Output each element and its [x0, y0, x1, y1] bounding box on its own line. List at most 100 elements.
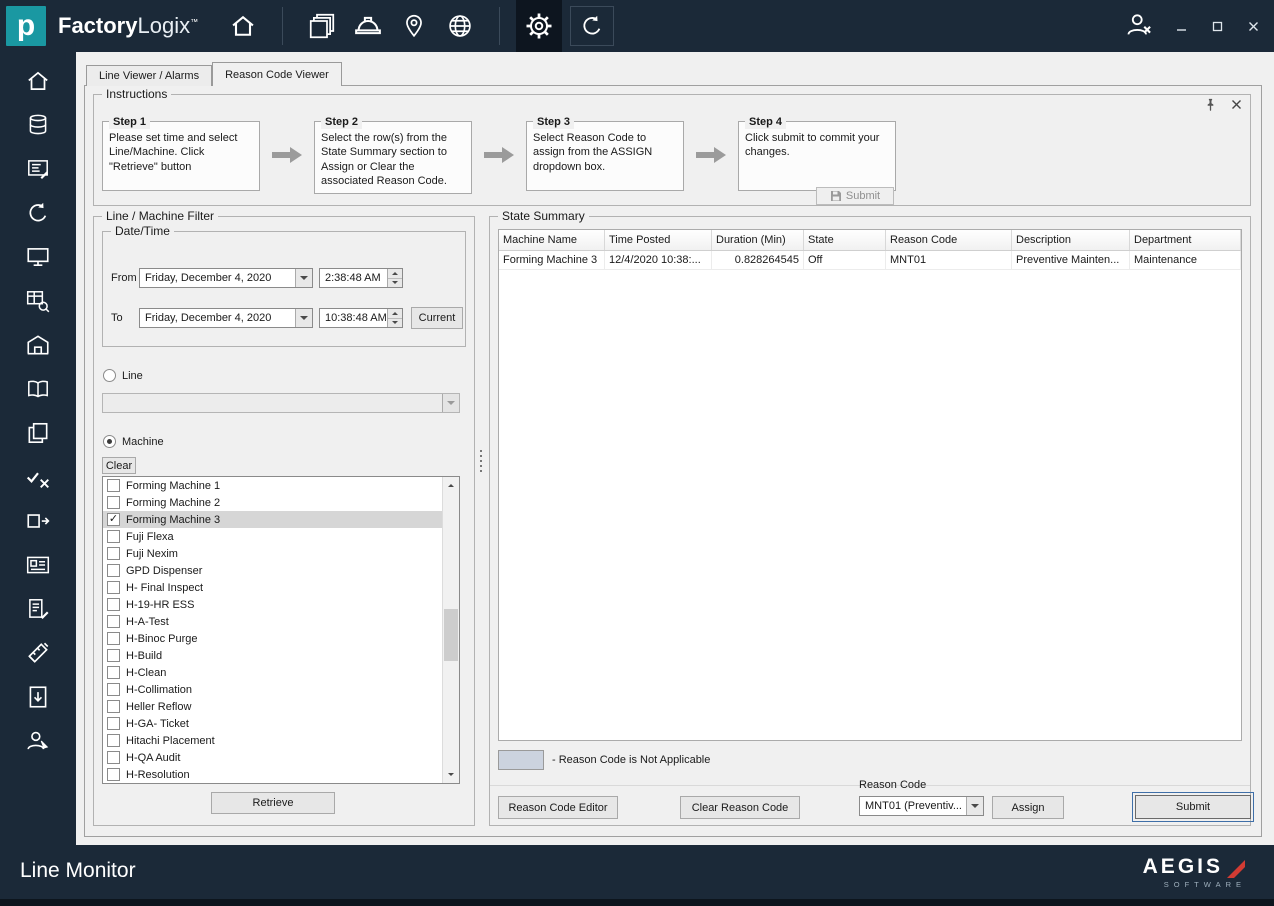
- production-nav-button[interactable]: [345, 0, 391, 52]
- machine-radio[interactable]: [103, 435, 116, 448]
- machine-list-item[interactable]: H-Clean: [103, 664, 442, 681]
- sidebar-id-card-button[interactable]: [21, 550, 55, 580]
- state-summary-column-header[interactable]: Time Posted: [605, 230, 712, 250]
- machine-list-item[interactable]: H-A-Test: [103, 613, 442, 630]
- machine-list-item[interactable]: H-Build: [103, 647, 442, 664]
- machine-checkbox[interactable]: [107, 751, 120, 764]
- machine-list-item[interactable]: H-19-HR ESS: [103, 596, 442, 613]
- machine-list-item[interactable]: H-QA Audit: [103, 749, 442, 766]
- to-date-combobox[interactable]: Friday, December 4, 2020: [139, 308, 313, 328]
- sidebar-warehouse-button[interactable]: [21, 330, 55, 360]
- pin-button[interactable]: [1204, 98, 1217, 114]
- sidebar-transfer-button[interactable]: [21, 506, 55, 536]
- sidebar-data-search-button[interactable]: [21, 286, 55, 316]
- scroll-up-icon[interactable]: [443, 477, 459, 494]
- machine-checkbox[interactable]: [107, 547, 120, 560]
- tab-reason-code-viewer[interactable]: Reason Code Viewer: [212, 62, 342, 86]
- reason-code-combobox[interactable]: MNT01 (Preventiv...: [859, 796, 984, 816]
- machine-list-item[interactable]: H-Resolution: [103, 766, 442, 783]
- machine-checkbox[interactable]: [107, 615, 120, 628]
- machine-list-item[interactable]: Fuji Nexim: [103, 545, 442, 562]
- sidebar-home-button[interactable]: [21, 66, 55, 96]
- machine-list-item[interactable]: H-Collimation: [103, 681, 442, 698]
- machine-radio-row[interactable]: Machine: [103, 435, 164, 448]
- undo-history-button[interactable]: [570, 6, 614, 46]
- machine-list-item[interactable]: Forming Machine 2: [103, 494, 442, 511]
- machine-list-item[interactable]: Forming Machine 3: [103, 511, 442, 528]
- machine-checkbox[interactable]: [107, 530, 120, 543]
- machine-checkbox[interactable]: [107, 666, 120, 679]
- sidebar-design-button[interactable]: [21, 638, 55, 668]
- from-date-combobox[interactable]: Friday, December 4, 2020: [139, 268, 313, 288]
- machine-list-scrollbar[interactable]: [442, 477, 459, 783]
- sidebar-pass-fail-button[interactable]: [21, 462, 55, 492]
- machine-list-item[interactable]: Heller Reflow: [103, 698, 442, 715]
- sidebar-library-button[interactable]: [21, 374, 55, 404]
- assign-button[interactable]: Assign: [992, 796, 1064, 819]
- global-nav-button[interactable]: [437, 0, 483, 52]
- clear-button[interactable]: Clear: [102, 457, 136, 474]
- spin-down-icon[interactable]: [388, 279, 402, 288]
- dropdown-arrow-icon[interactable]: [442, 394, 459, 412]
- machine-checkbox[interactable]: [107, 683, 120, 696]
- sidebar-monitor-button[interactable]: [21, 242, 55, 272]
- user-session-button[interactable]: [1124, 11, 1154, 42]
- maximize-button[interactable]: [1208, 17, 1226, 35]
- machine-list-item[interactable]: H-Binoc Purge: [103, 630, 442, 647]
- machine-checkbox[interactable]: [107, 513, 120, 526]
- state-summary-row[interactable]: Forming Machine 312/4/2020 10:38:...0.82…: [499, 251, 1241, 270]
- dropdown-arrow-icon[interactable]: [295, 269, 312, 287]
- state-summary-column-header[interactable]: Description: [1012, 230, 1130, 250]
- to-time-spinner[interactable]: 10:38:48 AM: [319, 308, 403, 328]
- state-summary-column-header[interactable]: Duration (Min): [712, 230, 804, 250]
- minimize-button[interactable]: [1172, 17, 1190, 35]
- retrieve-button[interactable]: Retrieve: [211, 792, 335, 814]
- sidebar-documents-button[interactable]: [21, 418, 55, 448]
- state-summary-column-header[interactable]: Department: [1130, 230, 1241, 250]
- spin-down-icon[interactable]: [388, 319, 402, 328]
- line-combobox[interactable]: [102, 393, 460, 413]
- clear-reason-code-button[interactable]: Clear Reason Code: [680, 796, 800, 819]
- sidebar-document-edit-button[interactable]: [21, 594, 55, 624]
- location-nav-button[interactable]: [391, 0, 437, 52]
- machine-checkbox[interactable]: [107, 479, 120, 492]
- machine-list-item[interactable]: GPD Dispenser: [103, 562, 442, 579]
- scroll-down-icon[interactable]: [443, 766, 459, 783]
- machine-checkbox[interactable]: [107, 649, 120, 662]
- close-button[interactable]: [1244, 17, 1262, 35]
- dropdown-arrow-icon[interactable]: [295, 309, 312, 327]
- home-nav-button[interactable]: [220, 0, 266, 52]
- dropdown-arrow-icon[interactable]: [966, 797, 983, 815]
- instructions-submit-button[interactable]: Submit: [816, 187, 894, 205]
- machine-checkbox[interactable]: [107, 581, 120, 594]
- sidebar-database-button[interactable]: [21, 110, 55, 140]
- line-radio-row[interactable]: Line: [103, 369, 143, 382]
- submit-button[interactable]: Submit: [1135, 795, 1251, 819]
- spin-up-icon[interactable]: [388, 269, 402, 279]
- documents-nav-button[interactable]: [299, 0, 345, 52]
- state-summary-column-header[interactable]: State: [804, 230, 886, 250]
- sidebar-document-export-button[interactable]: [21, 682, 55, 712]
- machine-checkbox[interactable]: [107, 700, 120, 713]
- machine-list-item[interactable]: Hitachi Placement: [103, 732, 442, 749]
- reason-code-editor-button[interactable]: Reason Code Editor: [498, 796, 618, 819]
- machine-checkbox[interactable]: [107, 768, 120, 781]
- settings-nav-button[interactable]: [516, 0, 562, 52]
- spin-up-icon[interactable]: [388, 309, 402, 319]
- tab-line-viewer-alarms[interactable]: Line Viewer / Alarms: [86, 65, 212, 86]
- state-summary-column-header[interactable]: Reason Code: [886, 230, 1012, 250]
- state-summary-column-header[interactable]: Machine Name: [499, 230, 605, 250]
- from-time-spinner[interactable]: 2:38:48 AM: [319, 268, 403, 288]
- sidebar-user-edit-button[interactable]: [21, 726, 55, 756]
- current-button[interactable]: Current: [411, 307, 463, 329]
- machine-list-item[interactable]: H- Final Inspect: [103, 579, 442, 596]
- machine-checkbox[interactable]: [107, 734, 120, 747]
- machine-checkbox[interactable]: [107, 717, 120, 730]
- machine-list-item[interactable]: Forming Machine 1: [103, 477, 442, 494]
- scrollbar-thumb[interactable]: [444, 609, 458, 661]
- panel-splitter[interactable]: [476, 86, 486, 836]
- machine-checkbox[interactable]: [107, 564, 120, 577]
- line-radio[interactable]: [103, 369, 116, 382]
- machine-list-item[interactable]: Fuji Flexa: [103, 528, 442, 545]
- machine-checkbox[interactable]: [107, 496, 120, 509]
